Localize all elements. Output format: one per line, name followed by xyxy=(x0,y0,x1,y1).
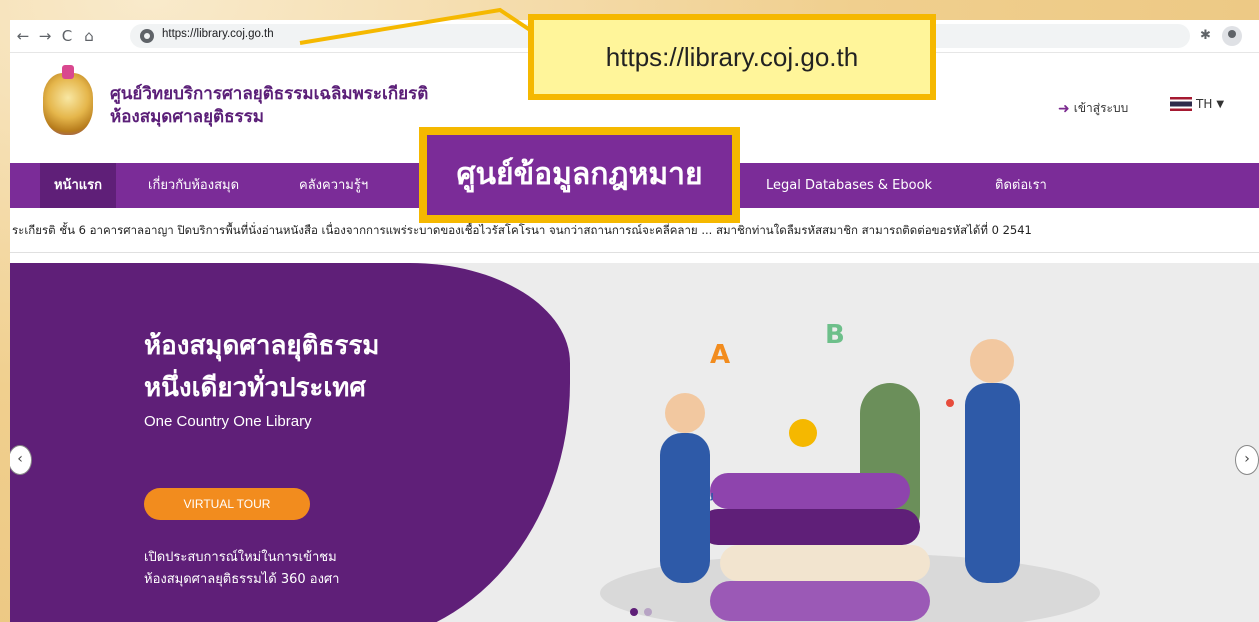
law-center-callout[interactable]: ศูนย์ข้อมูลกฎหมาย xyxy=(419,127,740,223)
callout-pointer-line xyxy=(299,7,532,45)
url-callout: https://library.coj.go.th xyxy=(528,14,936,100)
